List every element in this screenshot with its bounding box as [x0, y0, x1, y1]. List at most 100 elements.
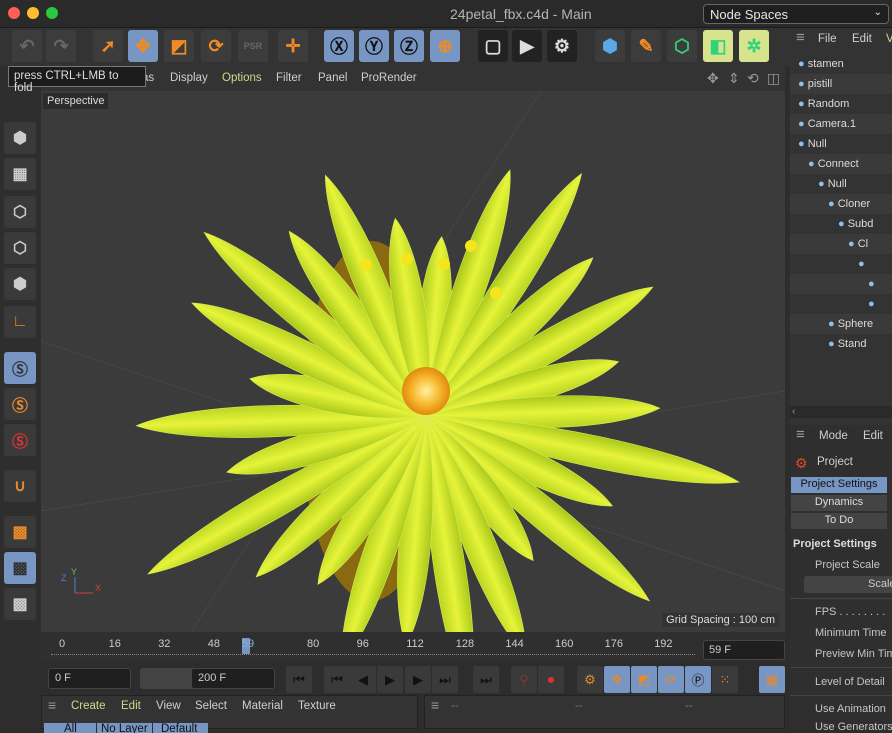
menu-filter[interactable]: Filter — [276, 72, 302, 84]
object-row[interactable]: ● Random — [790, 94, 892, 114]
object-row[interactable]: ● Cloner — [790, 194, 892, 214]
object-row[interactable]: ● stamen — [790, 54, 892, 74]
locked-workplane-icon[interactable]: ▩ — [4, 552, 36, 584]
object-row[interactable]: ● — [790, 274, 892, 294]
tab-default[interactable]: Default — [153, 723, 208, 733]
autokey-icon[interactable]: ⏺ — [538, 666, 564, 693]
subdivision-icon[interactable]: ⬡ — [667, 30, 697, 62]
menu-create[interactable]: Create — [71, 700, 106, 712]
object-row[interactable]: ● — [790, 254, 892, 274]
goto-start-icon[interactable]: ⏮ — [286, 666, 312, 693]
menu-prorender[interactable]: ProRender — [361, 72, 417, 84]
snap-settings-icon[interactable]: Ⓢ — [4, 388, 36, 420]
move-icon[interactable]: ✥ — [128, 30, 158, 62]
timeline-window-icon[interactable]: ▦ — [759, 666, 785, 693]
camera-label[interactable]: Perspective — [43, 93, 109, 109]
tab-no-layer[interactable]: No Layer — [97, 723, 152, 733]
menu-options[interactable]: Options — [222, 72, 262, 84]
render-icon[interactable]: ▶ — [512, 30, 542, 62]
current-frame-field[interactable]: 59 F — [703, 640, 785, 660]
menu-material[interactable]: Material — [242, 700, 283, 712]
render-view-icon[interactable]: ▢ — [478, 30, 508, 62]
menu-select[interactable]: Select — [195, 700, 227, 712]
maximize-view-icon[interactable]: ◫ — [767, 70, 780, 87]
select-icon[interactable]: ➚ — [93, 30, 123, 62]
menu-mode[interactable]: Mode — [819, 430, 848, 442]
hamburger-icon[interactable]: ≡ — [796, 426, 805, 443]
object-row[interactable]: ● Camera.1 — [790, 114, 892, 134]
deformer-icon[interactable]: ✲ — [739, 30, 769, 62]
z-axis-icon[interactable]: Ⓩ — [394, 30, 424, 62]
key-param-icon[interactable]: Ⓟ — [685, 666, 711, 693]
axis-mode-icon[interactable]: ∟ — [4, 306, 36, 338]
minimize-button[interactable] — [27, 7, 39, 19]
horizontal-scrollbar[interactable]: ‹ — [790, 406, 892, 418]
magnet-icon[interactable]: ∪ — [4, 470, 36, 502]
menu-edit[interactable]: Edit — [852, 33, 872, 45]
maximize-button[interactable] — [46, 7, 58, 19]
end-frame-field[interactable]: 200 F — [191, 668, 275, 689]
goto-end-icon[interactable]: ⏭ — [473, 666, 499, 693]
menu-edit[interactable]: Edit — [863, 430, 883, 442]
tab-all[interactable]: All — [44, 723, 96, 733]
object-row[interactable]: ● Null — [790, 174, 892, 194]
redo-icon[interactable]: ↷ — [46, 30, 76, 62]
psr-icon[interactable]: PSR — [238, 30, 268, 62]
object-row[interactable]: ● Sphere — [790, 314, 892, 334]
menu-panel[interactable]: Panel — [318, 72, 347, 84]
extrude-icon[interactable]: ◧ — [703, 30, 733, 62]
menu-file[interactable]: File — [818, 33, 837, 45]
hamburger-icon[interactable]: ≡ — [796, 29, 805, 46]
workplane-icon[interactable]: ▩ — [4, 516, 36, 548]
scale-icon[interactable]: ◩ — [164, 30, 194, 62]
snap-icon[interactable]: Ⓢ — [4, 352, 36, 384]
node-spaces-dropdown[interactable]: Node Spaces ⌄ — [703, 4, 889, 24]
prev-key-icon[interactable]: ⏮ — [324, 666, 350, 693]
tab-todo[interactable]: To Do — [791, 513, 887, 529]
object-row[interactable]: ● Null — [790, 134, 892, 154]
grid-icon[interactable]: ▩ — [4, 588, 36, 620]
key-scale-icon[interactable]: ◩ — [631, 666, 657, 693]
workplane-snap-icon[interactable]: Ⓢ — [4, 424, 36, 456]
model-mode-icon[interactable]: ⬢ — [4, 122, 36, 154]
object-row[interactable]: ● Subd — [790, 214, 892, 234]
object-row[interactable]: ● Cl — [790, 234, 892, 254]
rotate-icon[interactable]: ⟳ — [201, 30, 231, 62]
x-axis-icon[interactable]: Ⓧ — [324, 30, 354, 62]
object-row[interactable]: ● — [790, 294, 892, 314]
menu-view[interactable]: V — [886, 33, 892, 45]
pen-icon[interactable]: ✎ — [631, 30, 661, 62]
play-icon[interactable]: ▶ — [377, 666, 403, 693]
keyframe-settings-icon[interactable]: ⚙ — [577, 666, 603, 693]
menu-display[interactable]: Display — [170, 72, 208, 84]
texture-mode-icon[interactable]: ▦ — [4, 158, 36, 190]
points-mode-icon[interactable]: ⬡ — [4, 196, 36, 228]
object-row[interactable]: ● pistill — [790, 74, 892, 94]
object-row[interactable]: ● Stand — [790, 334, 892, 354]
menu-texture[interactable]: Texture — [298, 700, 336, 712]
hamburger-icon[interactable]: ≡ — [431, 697, 439, 713]
menu-view[interactable]: View — [156, 700, 181, 712]
next-key-icon[interactable]: ⏭ — [432, 666, 458, 693]
tab-project-settings[interactable]: Project Settings — [791, 477, 887, 493]
cube-icon[interactable]: ⬢ — [595, 30, 625, 62]
hamburger-icon[interactable]: ≡ — [48, 697, 56, 713]
world-coord-icon[interactable]: ⊕ — [430, 30, 460, 62]
close-button[interactable] — [8, 7, 20, 19]
viewport-perspective[interactable]: Z Y X Perspective Grid Spacing : 100 cm — [41, 91, 785, 632]
undo-icon[interactable]: ↶ — [12, 30, 42, 62]
y-axis-icon[interactable]: Ⓨ — [359, 30, 389, 62]
polygons-mode-icon[interactable]: ⬢ — [4, 268, 36, 300]
orbit-icon[interactable]: ⟲ — [747, 70, 759, 87]
start-frame-field[interactable]: 0 F — [48, 668, 131, 689]
next-frame-icon[interactable]: ▶ — [405, 666, 431, 693]
zoom-icon[interactable]: ⇕ — [728, 70, 740, 87]
scale-button[interactable]: Scale — [804, 576, 892, 593]
key-position-icon[interactable]: ✥ — [604, 666, 630, 693]
key-pla-icon[interactable]: ⁙ — [712, 666, 738, 693]
edges-mode-icon[interactable]: ⬡ — [4, 232, 36, 264]
record-icon[interactable]: ⚲ — [511, 666, 537, 693]
object-row[interactable]: ● Connect — [790, 154, 892, 174]
pan-icon[interactable]: ✥ — [707, 70, 719, 87]
tab-dynamics[interactable]: Dynamics — [791, 495, 887, 511]
